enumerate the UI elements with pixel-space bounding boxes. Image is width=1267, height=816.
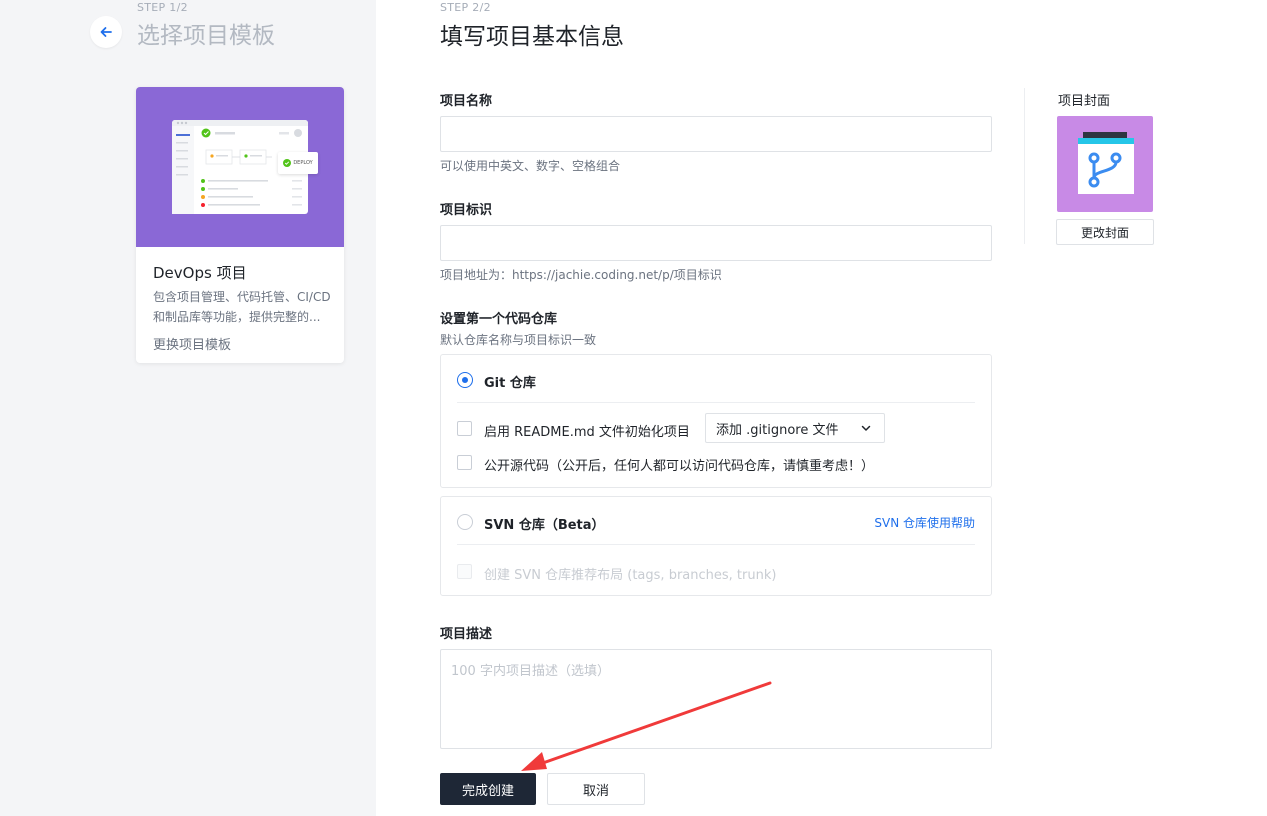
- divider: [457, 402, 975, 403]
- divider: [457, 544, 975, 545]
- back-button[interactable]: [90, 16, 122, 48]
- template-card[interactable]: DEPLOY DevOps 项目 包含项目管理、代码托管、CI/CD 和制品库等…: [136, 87, 344, 363]
- divider: [1024, 88, 1025, 244]
- public-source-checkbox[interactable]: [457, 455, 472, 470]
- description-label: 项目描述: [440, 627, 493, 642]
- svn-repo-title: SVN 仓库（Beta）: [484, 518, 605, 533]
- panel-title: 选择项目模板: [137, 23, 275, 49]
- template-name: DevOps 项目: [153, 264, 247, 282]
- page-title: 填写项目基本信息: [440, 24, 624, 50]
- project-id-input[interactable]: [440, 225, 992, 261]
- step-indicator: STEP 1/2: [137, 1, 188, 14]
- change-cover-button[interactable]: 更改封面: [1056, 219, 1154, 245]
- step-indicator: STEP 2/2: [440, 1, 491, 14]
- change-template-link[interactable]: 更换项目模板: [153, 334, 231, 353]
- repo-section-hint: 默认仓库名称与项目标识一致: [440, 333, 597, 347]
- chevron-down-icon: [861, 425, 871, 431]
- project-name-label: 项目名称: [440, 94, 493, 109]
- git-repo-title: Git 仓库: [484, 376, 536, 391]
- description-textarea[interactable]: [440, 649, 992, 749]
- git-branch-icon: [1078, 132, 1134, 194]
- svn-layout-label: 创建 SVN 仓库推荐布局 (tags, branches, trunk): [484, 568, 777, 583]
- readme-label: 启用 README.md 文件初始化项目: [484, 425, 690, 440]
- gitignore-select-value: 添加 .gitignore 文件: [716, 422, 839, 438]
- svn-layout-checkbox: [457, 564, 472, 579]
- project-cover-image[interactable]: [1057, 116, 1153, 212]
- arrow-left-icon: [100, 27, 112, 37]
- gitignore-select[interactable]: 添加 .gitignore 文件: [705, 413, 885, 443]
- git-radio[interactable]: [457, 372, 473, 388]
- project-url-hint: 项目地址为：https://jachie.coding.net/p/项目标识: [440, 268, 722, 282]
- deploy-chip: DEPLOY: [278, 152, 318, 174]
- git-repo-option[interactable]: Git 仓库 启用 README.md 文件初始化项目 添加 .gitignor…: [440, 354, 992, 488]
- svn-repo-option[interactable]: SVN 仓库（Beta） SVN 仓库使用帮助 创建 SVN 仓库推荐布局 (t…: [440, 496, 992, 596]
- create-button[interactable]: 完成创建: [440, 773, 536, 805]
- template-description: 包含项目管理、代码托管、CI/CD 和制品库等功能，提供完整的...: [153, 290, 331, 324]
- project-name-hint: 可以使用中英文、数字、空格组合: [440, 159, 621, 173]
- project-name-input[interactable]: [440, 116, 992, 152]
- repo-section-label: 设置第一个代码仓库: [440, 312, 558, 327]
- template-preview-image: DEPLOY: [136, 87, 344, 247]
- cover-label: 项目封面: [1058, 94, 1111, 109]
- public-source-label: 公开源代码（公开后，任何人都可以访问代码仓库，请慎重考虑！）: [484, 459, 875, 474]
- svn-radio[interactable]: [457, 514, 473, 530]
- cancel-button[interactable]: 取消: [547, 773, 645, 805]
- project-id-label: 项目标识: [440, 203, 493, 218]
- svn-help-link[interactable]: SVN 仓库使用帮助: [874, 514, 975, 531]
- check-circle-icon: [283, 159, 292, 167]
- readme-checkbox[interactable]: [457, 421, 472, 436]
- template-panel: STEP 1/2 选择项目模板 DEPLOY DevOps 项目 包含项目管理、…: [0, 0, 376, 816]
